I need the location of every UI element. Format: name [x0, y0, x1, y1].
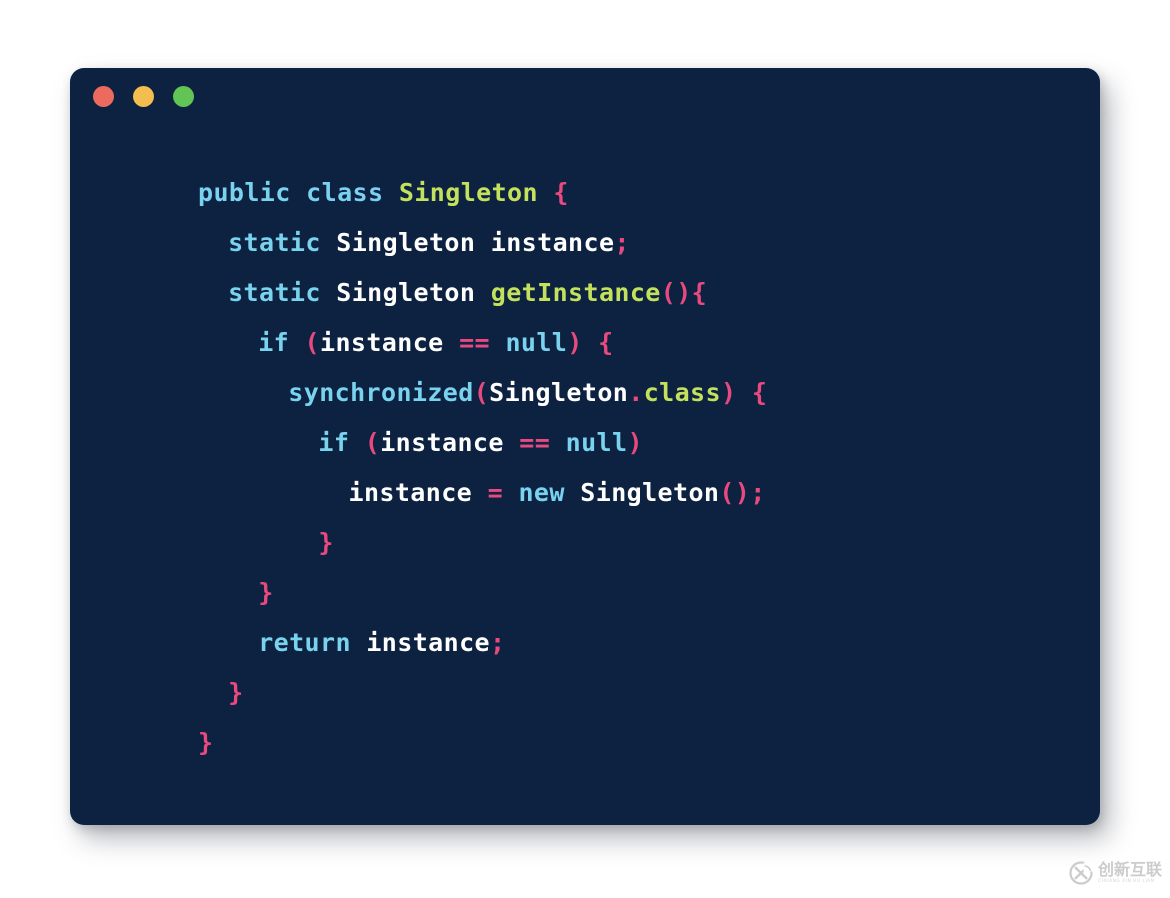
code-line: static Singleton instance; — [198, 218, 1100, 268]
code-token-keyword: static — [228, 278, 321, 307]
code-token-punctuation: } — [258, 578, 274, 607]
code-line: } — [198, 518, 1100, 568]
code-line: } — [198, 668, 1100, 718]
code-token-identifier: Singleton — [336, 278, 476, 307]
code-token-punctuation: (){ — [660, 278, 708, 307]
code-token-keyword: null — [505, 328, 568, 357]
code-token-punctuation: { — [751, 378, 768, 407]
code-token-punctuation: { — [598, 328, 614, 357]
code-token-identifier: Singleton — [580, 478, 720, 507]
code-line: } — [198, 568, 1100, 618]
code-token-punctuation: ) — [720, 378, 737, 407]
code-token-keyword: public — [198, 178, 291, 207]
minimize-button[interactable] — [133, 85, 154, 107]
code-line: if (instance == null) — [198, 418, 1100, 468]
code-token-keyword: class — [306, 178, 384, 207]
code-token-punctuation: (); — [719, 478, 766, 507]
code-block[interactable]: public class Singleton {static Singleton… — [70, 124, 1100, 825]
code-token-identifier: Singleton — [336, 228, 476, 257]
code-token-keyword: static — [228, 228, 321, 257]
code-token-identifier: instance — [366, 628, 490, 657]
code-token-keyword: if — [318, 428, 350, 457]
watermark-text: 创新互联 CHUANG XIN HU LIAN — [1098, 859, 1163, 884]
code-token-identifier: Singleton — [489, 378, 629, 407]
watermark-chinese: 创新互联 — [1098, 859, 1163, 879]
code-token-identifier: instance — [490, 228, 615, 257]
code-token-operator: = — [487, 478, 504, 507]
maximize-button[interactable] — [173, 85, 194, 107]
code-token-punctuation: ; — [614, 228, 630, 257]
code-token-keyword: return — [258, 628, 351, 657]
code-token-identifier: instance — [348, 478, 473, 507]
code-token-punctuation: ( — [304, 328, 320, 357]
code-token-punctuation: { — [553, 178, 569, 207]
code-line: static Singleton getInstance(){ — [198, 268, 1100, 318]
code-token-keyword: null — [565, 428, 628, 457]
watermark-pinyin: CHUANG XIN HU LIAN — [1098, 878, 1155, 884]
code-token-punctuation: ; — [489, 628, 506, 657]
code-token-operator: == — [519, 428, 551, 457]
window-titlebar — [70, 68, 1100, 124]
code-token-declaration: class — [643, 378, 721, 407]
code-token-punctuation: . — [628, 378, 644, 407]
code-line: if (instance == null) { — [198, 318, 1100, 368]
code-token-declaration: getInstance — [490, 278, 661, 307]
code-token-punctuation: } — [198, 728, 214, 757]
code-token-keyword: new — [518, 478, 565, 507]
code-token-keyword: synchronized — [288, 378, 474, 407]
code-line: instance = new Singleton(); — [198, 468, 1100, 518]
code-token-identifier: instance — [380, 428, 504, 457]
code-window: public class Singleton {static Singleton… — [70, 68, 1100, 825]
code-line: public class Singleton { — [198, 168, 1100, 218]
code-token-keyword: if — [258, 328, 290, 357]
code-token-identifier: instance — [320, 328, 444, 357]
code-line: return instance; — [198, 618, 1100, 668]
code-line: synchronized(Singleton.class) { — [198, 368, 1100, 418]
code-token-punctuation: } — [228, 678, 244, 707]
code-token-punctuation: ) — [567, 328, 583, 357]
watermark: 创新互联 CHUANG XIN HU LIAN — [1068, 858, 1162, 888]
code-token-declaration: Singleton — [398, 178, 538, 207]
code-token-punctuation: ) — [627, 428, 643, 457]
code-token-punctuation: ( — [473, 378, 490, 407]
code-token-operator: == — [459, 328, 490, 357]
close-button[interactable] — [93, 85, 114, 107]
code-token-punctuation: ( — [364, 428, 381, 457]
code-token-punctuation: } — [318, 528, 334, 557]
code-line: } — [198, 718, 1100, 768]
watermark-logo-icon — [1069, 861, 1093, 885]
